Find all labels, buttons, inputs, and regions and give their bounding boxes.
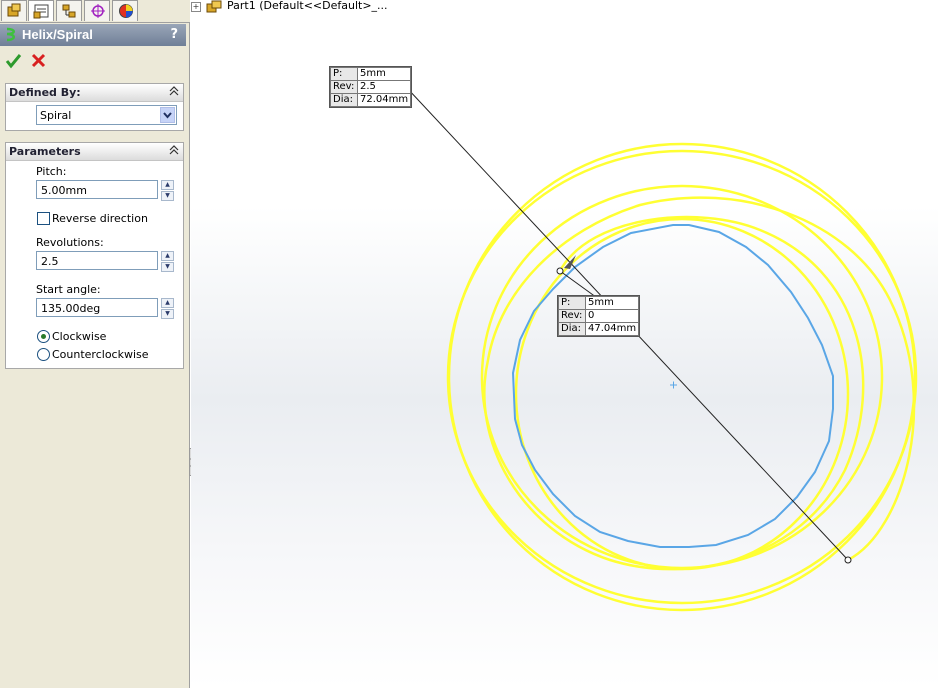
spin-down-icon[interactable]: ▼ [161,262,174,272]
defined-by-group: Defined By: Spiral [5,83,184,131]
start-angle-label: Start angle: [36,283,101,296]
callout-dia-value[interactable]: 72.04mm [356,93,412,107]
cancel-button[interactable] [30,52,48,70]
callout-pitch-value[interactable]: 5mm [584,296,640,310]
revolutions-spinner[interactable]: ▲ ▼ [161,251,174,272]
callout-rev-value[interactable]: 2.5 [356,80,412,94]
tab-dimxpert-manager[interactable] [84,0,110,21]
configuration-manager-icon [62,4,76,18]
parameters-heading: Parameters [9,145,81,158]
end-point-handle [844,556,852,564]
counterclockwise-radio[interactable] [37,348,50,361]
property-manager-title-bar: Helix/Spiral ? [0,24,186,46]
callout-rev-value[interactable]: 0 [584,309,640,323]
part-name[interactable]: Part1 (Default<<Default>_... [227,0,388,12]
clockwise-radio[interactable] [37,330,50,343]
pitch-spinner[interactable]: ▲ ▼ [161,180,174,201]
reverse-direction-label: Reverse direction [52,212,148,225]
defined-by-heading: Defined By: [9,86,81,99]
parameters-group: Parameters Pitch: 5.00mm ▲ ▼ Reverse dire… [5,142,184,369]
checkmark-icon [5,54,22,69]
callout-rev-key: Rev: [330,80,358,94]
ok-button[interactable] [5,52,23,70]
dimxpert-manager-icon [91,4,105,18]
revolutions-label: Revolutions: [36,236,104,249]
pitch-input[interactable]: 5.00mm [36,180,158,199]
collapse-chevron-icon[interactable] [169,85,179,100]
property-manager-icon [33,4,49,19]
clockwise-label: Clockwise [52,330,107,343]
start-angle-input[interactable]: 135.00deg [36,298,158,317]
help-button[interactable]: ? [170,27,178,42]
tab-property-manager[interactable] [28,0,54,21]
feature-manager-icon [7,3,21,17]
spin-down-icon[interactable]: ▼ [161,309,174,319]
display-manager-icon [119,4,133,18]
spiral-ring-middle [480,184,884,570]
defined-by-dropdown[interactable]: Spiral [36,105,177,125]
spin-up-icon[interactable]: ▲ [161,298,174,308]
helix-spiral-icon [4,27,18,46]
property-manager-title: Helix/Spiral [22,27,93,42]
callout-pitch-value[interactable]: 5mm [356,67,412,81]
tab-configuration-manager[interactable] [56,0,82,21]
callout-dia-value[interactable]: 47.04mm [584,322,640,336]
spiral-start-callout[interactable]: P: 5mm Rev: 0 Dia: 47.04mm [557,295,641,337]
property-manager-panel: Helix/Spiral ? Defined By: Spiral Parame… [0,0,190,688]
counterclockwise-label: Counterclockwise [52,348,149,361]
spiral-end-callout[interactable]: P: 5mm Rev: 2.5 Dia: 72.04mm [329,66,413,108]
manager-tab-bar [0,0,190,23]
defined-by-header[interactable]: Defined By: [6,84,183,102]
spiral-ring-inner [514,217,850,571]
tab-feature-manager[interactable] [1,0,27,21]
start-point-handle [556,267,564,275]
graphics-area[interactable] [191,0,938,688]
spiral-preview-curve [483,196,916,571]
callout-rev-key: Rev: [558,309,586,323]
spiral-preview-canvas[interactable] [191,0,938,688]
spin-up-icon[interactable]: ▲ [161,251,174,261]
start-angle-spinner[interactable]: ▲ ▼ [161,298,174,319]
parameters-header[interactable]: Parameters [6,143,183,161]
tab-display-manager[interactable] [112,0,138,21]
part-icon [205,0,225,16]
spin-up-icon[interactable]: ▲ [161,180,174,190]
tree-expand-button[interactable]: + [191,2,201,12]
cross-icon [31,53,46,68]
callout-dia-key: Dia: [558,322,586,336]
defined-by-selected: Spiral [40,109,72,122]
callout-pitch-key: P: [558,296,586,310]
reverse-direction-checkbox[interactable] [37,212,50,225]
chevron-down-icon[interactable] [160,107,175,123]
spin-down-icon[interactable]: ▼ [161,191,174,201]
collapse-chevron-icon[interactable] [169,144,179,159]
revolutions-input[interactable]: 2.5 [36,251,158,270]
callout-dia-key: Dia: [330,93,358,107]
origin-marker-icon [670,381,677,389]
callout-pitch-key: P: [330,67,358,81]
pitch-label: Pitch: [36,165,67,178]
